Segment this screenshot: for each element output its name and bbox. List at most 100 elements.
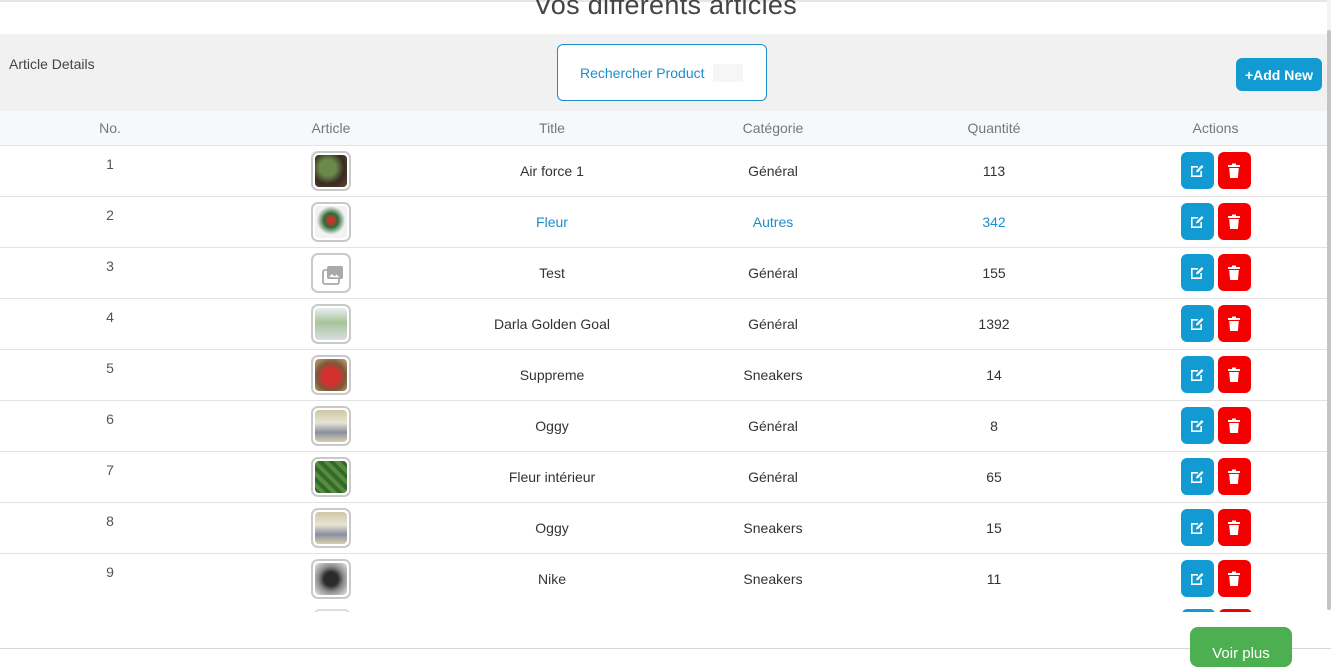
article-thumbnail[interactable] [311, 405, 351, 446]
row-category: Sneakers [743, 519, 803, 536]
trash-icon [1228, 265, 1240, 280]
row-title: Test [539, 264, 565, 281]
green-plant-photo [315, 460, 347, 493]
image-placeholder-icon [315, 256, 347, 289]
trash-icon [1228, 571, 1240, 586]
row-category: Général [748, 315, 798, 332]
row-actions [1104, 451, 1327, 502]
edit-icon [1191, 521, 1204, 534]
row-article-cell [220, 553, 442, 604]
row-actions [1104, 196, 1327, 247]
row-article-cell [220, 247, 442, 298]
table-row: 7 Fleur intérieur Général 65 [0, 451, 1327, 502]
search-box[interactable] [557, 44, 767, 101]
row-article-cell [220, 298, 442, 349]
header-actions: Actions [1192, 119, 1239, 136]
delete-button[interactable] [1217, 560, 1251, 598]
table-row: 9 Nike Sneakers 11 [0, 553, 1327, 604]
delete-button[interactable] [1217, 254, 1251, 291]
table-header-row: No. Article Title Catégorie Quantité Act… [0, 111, 1327, 145]
row-actions [1104, 502, 1327, 553]
plant-vase-photo [315, 307, 347, 340]
shoe-box-photo [315, 409, 347, 442]
delete-button[interactable] [1217, 509, 1251, 546]
trash-icon [1228, 418, 1240, 433]
header-title: Title [539, 119, 565, 136]
table-row: 6 Oggy Général 8 [0, 400, 1327, 451]
header-no: No. [99, 119, 121, 136]
article-thumbnail[interactable] [311, 354, 351, 395]
article-thumbnail[interactable] [311, 303, 351, 344]
row-title: Oggy [535, 519, 569, 536]
row-quantity: 8 [990, 417, 998, 434]
row-quantity: 342 [982, 213, 1006, 230]
table-row: 8 Oggy Sneakers 15 [0, 502, 1327, 553]
row-number: 9 [106, 563, 114, 580]
edit-button[interactable] [1180, 407, 1214, 444]
delete-button[interactable] [1217, 305, 1251, 342]
edit-button[interactable] [1180, 152, 1214, 189]
search-input-shade [713, 64, 743, 82]
row-actions [1104, 349, 1327, 400]
edit-icon [1191, 215, 1204, 228]
article-thumbnail[interactable] [311, 201, 351, 242]
edit-button[interactable] [1180, 509, 1214, 546]
edit-button[interactable] [1180, 305, 1214, 342]
header-article: Article [311, 119, 351, 136]
delete-button[interactable] [1217, 407, 1251, 444]
edit-button[interactable] [1180, 458, 1214, 495]
row-title: Air force 1 [520, 162, 584, 179]
trash-icon [1228, 214, 1240, 229]
delete-button[interactable] [1217, 152, 1251, 189]
row-article-cell [220, 451, 442, 502]
voir-plus-button[interactable]: Voir plus [1190, 627, 1292, 667]
trash-icon [1228, 163, 1240, 178]
black-sneaker-photo [315, 562, 347, 595]
trash-icon [1228, 469, 1240, 484]
delete-button[interactable] [1217, 203, 1251, 240]
table-row: 4 Darla Golden Goal Général 1392 [0, 298, 1327, 349]
article-thumbnail[interactable] [311, 252, 351, 293]
row-quantity: 155 [982, 264, 1006, 281]
edit-icon [1191, 317, 1204, 330]
table-row: 1 Air force 1 Général 113 [0, 145, 1327, 196]
row-title: Nike [537, 570, 566, 587]
header-category: Catégorie [742, 119, 804, 136]
article-thumbnail[interactable] [311, 150, 351, 191]
trash-icon [1228, 520, 1240, 535]
plant-photo [315, 154, 347, 187]
add-new-button[interactable]: +Add New [1236, 58, 1322, 91]
edit-button[interactable] [1180, 203, 1214, 240]
row-article-cell [220, 400, 442, 451]
toolbar: Article Details +Add New [0, 34, 1331, 111]
row-number: 4 [106, 308, 114, 325]
row-category: Général [748, 417, 798, 434]
article-thumbnail[interactable] [311, 456, 351, 497]
trash-icon [1228, 316, 1240, 331]
row-article-cell [220, 502, 442, 553]
header-quantity: Quantité [967, 119, 1021, 136]
row-number: 1 [106, 155, 114, 172]
scrollbar-thumb[interactable] [1327, 30, 1331, 610]
shoe-box-photo [315, 511, 347, 544]
row-category: Général [748, 162, 798, 179]
row-number: 2 [106, 206, 114, 223]
articles-table: No. Article Title Catégorie Quantité Act… [0, 111, 1331, 611]
article-thumbnail[interactable] [311, 558, 351, 599]
red-sneaker-photo [315, 358, 347, 391]
article-thumbnail[interactable] [311, 507, 351, 548]
row-article-cell [220, 196, 442, 247]
trash-icon [1228, 367, 1240, 382]
row-quantity: 1392 [978, 315, 1010, 332]
bottom-divider [0, 648, 1331, 649]
edit-button[interactable] [1180, 560, 1214, 598]
row-quantity: 14 [986, 366, 1002, 383]
row-actions [1104, 553, 1327, 604]
delete-button[interactable] [1217, 356, 1251, 393]
row-quantity: 11 [986, 570, 1002, 587]
delete-button[interactable] [1217, 458, 1251, 495]
article-details-label: Article Details [9, 56, 95, 72]
edit-button[interactable] [1180, 356, 1214, 393]
edit-icon [1191, 419, 1204, 432]
edit-button[interactable] [1180, 254, 1214, 291]
